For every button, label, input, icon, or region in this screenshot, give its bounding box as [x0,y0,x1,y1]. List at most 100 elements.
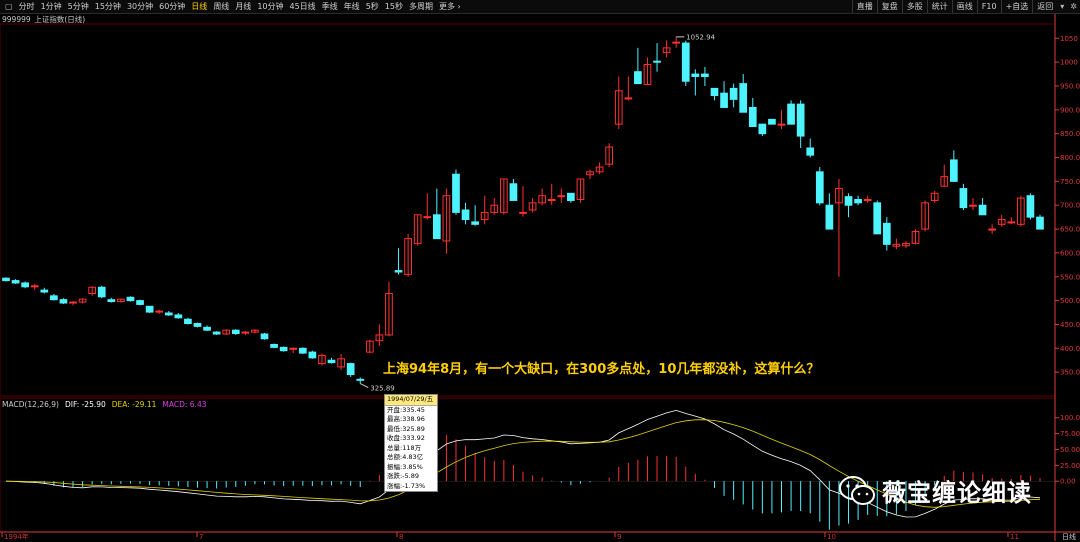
macd-tick-label: 50.00 [1060,446,1080,454]
candle-body [681,42,690,82]
price-tick-label: 450.00 [1060,321,1080,329]
candle-body [2,277,10,282]
candle-body [873,202,882,235]
price-tick-label: 750.00 [1060,178,1080,186]
candle-body [634,71,642,85]
candle-body [854,199,862,204]
candle-body [959,188,968,209]
price-tick-label: 350.00 [1060,369,1080,377]
candle-body [461,209,470,221]
price-tick-label: 650.00 [1060,226,1080,234]
candle-body [21,282,29,288]
candle-body [40,289,49,293]
candle-body [432,214,441,240]
price-tick-label: 600.00 [1060,249,1080,257]
candle-body [882,222,891,245]
candle-body [653,60,661,63]
tooltip-row: 涨跌:-5.89 [387,472,420,480]
date-tick-label: 7 [199,533,203,541]
price-tick-label: 500.00 [1060,297,1080,305]
kline-chart[interactable]: 10501000950.00900.00850.00800.00750.0070… [0,0,1080,541]
chart-annotation: 上海94年8月，有一个大缺口，在300多点处，10几年都没补，这算什么？ [383,362,820,377]
price-tick-label: 1050 [1060,35,1078,43]
candle-body [806,147,815,156]
low-label: 325.89 [370,385,395,393]
candle-body [270,343,278,348]
candle-body [471,221,479,225]
candle-body [136,300,144,305]
wechat-icon [839,475,875,505]
candle-body [863,199,872,202]
candle-body [327,359,336,364]
candle-body [260,333,269,340]
macd-legend: MACD(12,26,9) DIF: -25.90 DEA: -29.11 MA… [2,400,206,409]
price-tick-label: 700.00 [1060,202,1080,210]
candle-body [289,347,298,350]
tooltip-row: 最高:338.96 [387,415,425,423]
candle-body [978,204,987,216]
date-tick-label: 8 [399,533,403,541]
candle-body [796,103,805,137]
candle-body [394,270,403,273]
candle-body [547,199,556,202]
candle-body [768,118,776,125]
candle-body [844,196,853,206]
candle-body [174,314,183,319]
macd-dif: DIF: -25.90 [64,400,106,409]
candle-body [815,171,824,204]
price-tick-label: 1000 [1060,59,1078,67]
candle-body [1036,216,1044,230]
candle-body [691,73,700,77]
tooltip-row: 涨幅:-1.73% [387,481,426,490]
candle-body [107,299,116,303]
candle-body [126,296,135,302]
candle-body [279,346,288,352]
candle-body [1026,195,1035,218]
watermark: 薇宝缠论细读 [838,473,1032,508]
date-tick-label: 9 [617,533,621,541]
candle-body [346,363,355,376]
price-pane-frame [0,23,1056,397]
candle-body [739,83,748,113]
candle-body [164,312,173,316]
low-marker [360,383,369,389]
candle-body [672,41,681,44]
macd-tick-label: 25.00 [1060,462,1080,470]
candle-body [193,323,202,327]
candle-body [825,204,834,230]
candle-body [356,378,365,381]
candle-body [30,285,39,288]
candle-body [231,329,240,335]
tooltip-date: 1994/07/29/五 [385,395,437,406]
candle-body [777,123,786,126]
price-tick-label: 800.00 [1060,154,1080,162]
candle-body [11,280,20,284]
candle-body [184,318,192,325]
price-tick-label: 850.00 [1060,130,1080,138]
candle-body [729,87,738,100]
price-tick-label: 950.00 [1060,83,1080,91]
macd-tick-label: 100.00 [1060,414,1080,422]
candle-body [1007,221,1016,224]
candle-body [155,310,164,313]
candle-body [308,351,317,359]
candle-body [988,228,996,231]
price-tick-label: 900.00 [1060,106,1080,114]
candle-body [97,286,106,298]
candle-body [145,305,154,313]
date-tick-label: 1994年 [4,532,29,541]
macd-dea: DEA: -29.11 [111,400,157,409]
candle-body [758,123,767,135]
tooltip-row: 开盘:335.45 [387,405,425,414]
candle-body [452,173,460,213]
candle-body [212,331,221,335]
candle-body [787,103,795,125]
macd-tick-label: 75.00 [1060,430,1080,438]
candle-body [203,326,211,331]
macd-tick-label: 0.00 [1060,478,1076,486]
tooltip-row: 振幅:3.85% [387,462,423,471]
price-tick-label: 400.00 [1060,345,1080,353]
tooltip-row: 总额:4.83亿 [387,453,424,461]
price-tick-label: 550.00 [1060,273,1080,281]
candle-body [748,106,757,128]
